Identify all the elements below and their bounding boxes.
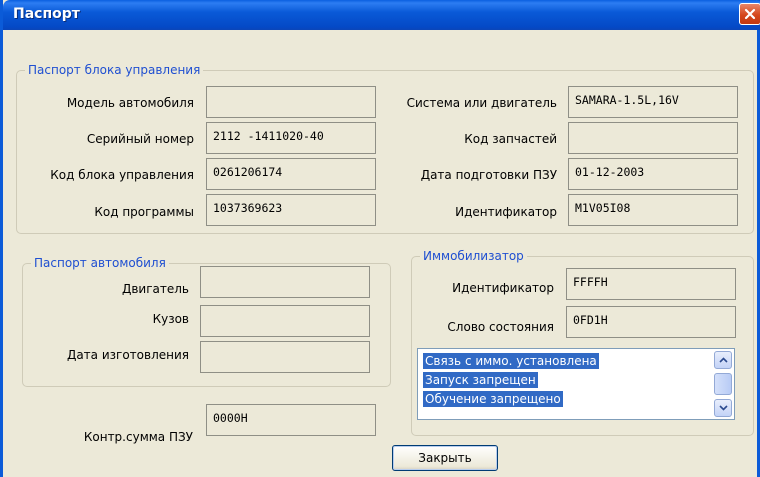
body-field: [200, 305, 370, 337]
ecu-passport-title: Паспорт блока управления: [25, 63, 204, 77]
scroll-up-icon: [718, 357, 728, 363]
part-code-field: [568, 122, 738, 154]
label-identifier: Идентификатор: [455, 205, 557, 219]
system-engine-field: SAMARA-1.5L,16V: [568, 86, 738, 118]
immo-status-items: Связь с иммо. установлена Запуск запреще…: [423, 353, 599, 410]
vehicle-passport-title: Паспорт автомобиля: [31, 256, 169, 270]
rom-checksum-field: 0000H: [206, 404, 376, 436]
immobilizer-title: Иммобилизатор: [420, 249, 527, 263]
label-manufacture-date: Дата изготовления: [66, 348, 189, 362]
label-engine: Двигатель: [121, 282, 189, 296]
immo-identifier-field: FFFFH: [566, 268, 736, 300]
vertical-scrollbar[interactable]: [714, 351, 732, 417]
close-button[interactable]: Закрыть: [392, 445, 498, 471]
identifier-field: M1V05I08: [568, 194, 738, 226]
passport-dialog: Паспорт Паспорт блока управления Модель …: [0, 0, 760, 477]
label-program-code: Код программы: [94, 205, 194, 219]
status-word-field: 0FD1H: [566, 306, 736, 338]
window-title: Паспорт: [13, 6, 80, 22]
program-code-field: 1037369623: [206, 194, 376, 226]
list-item[interactable]: Обучение запрещено: [423, 391, 563, 407]
label-serial-number: Серийный номер: [86, 132, 194, 146]
ecu-code-field: 0261206174: [206, 158, 376, 190]
close-icon: [744, 8, 756, 20]
label-part-code: Код запчастей: [464, 132, 557, 146]
scroll-down-icon: [718, 405, 728, 411]
scroll-down-button[interactable]: [714, 399, 732, 417]
car-model-field: [206, 86, 376, 118]
label-immo-identifier: Идентификатор: [452, 281, 554, 295]
label-ecu-code: Код блока управления: [50, 168, 194, 182]
rom-date-field: 01-12-2003: [568, 158, 738, 190]
label-rom-date: Дата подготовки ПЗУ: [420, 168, 557, 182]
label-body: Кузов: [152, 312, 189, 326]
serial-number-field: 2112 -1411020-40: [206, 122, 376, 154]
label-car-model: Модель автомобиля: [66, 96, 194, 110]
title-bar[interactable]: Паспорт: [3, 0, 760, 30]
list-item[interactable]: Связь с иммо. установлена: [423, 353, 599, 369]
label-status-word: Слово состояния: [447, 320, 554, 334]
manufacture-date-field: [200, 341, 370, 373]
window-close-button[interactable]: [739, 3, 760, 25]
label-rom-checksum: Контр.сумма ПЗУ: [83, 430, 193, 444]
engine-field: [200, 266, 370, 298]
label-system-engine: Система или двигатель: [406, 96, 557, 110]
list-item[interactable]: Запуск запрещен: [423, 372, 538, 388]
scroll-up-button[interactable]: [714, 351, 732, 369]
immo-status-list[interactable]: Связь с иммо. установлена Запуск запреще…: [417, 348, 735, 420]
scrollbar-thumb[interactable]: [714, 373, 732, 395]
